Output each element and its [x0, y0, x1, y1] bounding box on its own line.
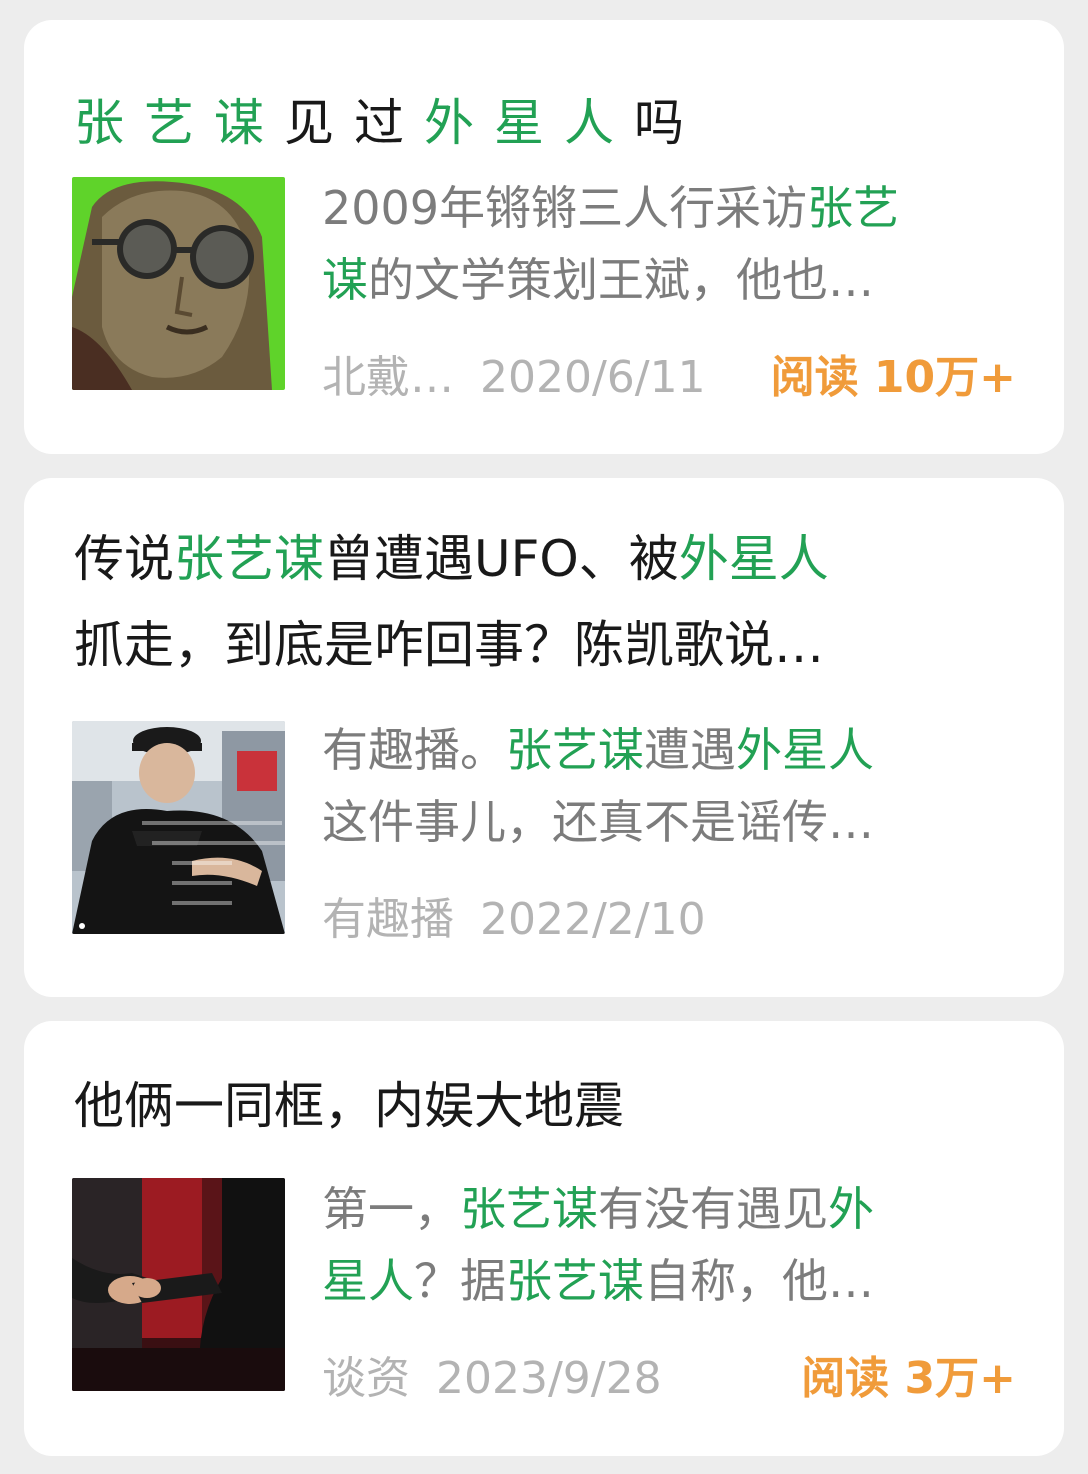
article-meta: 北戴… 2020/6/11 阅读 10万+ — [322, 348, 1016, 408]
article-thumbnail — [72, 721, 285, 934]
article-snippet: 有趣播。张艺谋遭遇外星人 这件事儿，还真不是谣传… — [322, 723, 874, 849]
article-source: 有趣播 — [322, 894, 454, 945]
article-source: 北戴… — [322, 352, 454, 403]
article-card-2[interactable]: 传说张艺谋曾遭遇UFO、被外星人 抓走，到底是咋回事？陈凯歌说… 有趣播。张艺谋… — [24, 478, 1064, 997]
read-count: 阅读 3万+ — [801, 1353, 1016, 1404]
article-thumbnail — [72, 1178, 285, 1391]
article-card-1[interactable]: 张艺谋见过外星人吗 2009年锵锵三人行采访张艺 谋的文学策划王斌，他也… 北戴… — [24, 20, 1064, 454]
article-date: 2023/9/28 — [436, 1353, 662, 1404]
article-card-3[interactable]: 他俩一同框，内娱大地震 第一，张艺谋有没有遇见外 星人？据张艺谋自称，他… 谈资… — [24, 1021, 1064, 1456]
article-thumbnail — [72, 177, 285, 390]
article-title: 张艺谋见过外星人吗 — [74, 94, 704, 152]
article-source: 谈资 — [322, 1353, 410, 1404]
article-date: 2020/6/11 — [480, 352, 706, 403]
article-title: 他俩一同框，内娱大地震 — [74, 1077, 624, 1135]
article-snippet: 第一，张艺谋有没有遇见外 星人？据张艺谋自称，他… — [322, 1182, 874, 1308]
article-title: 传说张艺谋曾遭遇UFO、被外星人 抓走，到底是咋回事？陈凯歌说… — [74, 530, 829, 674]
article-meta: 谈资 2023/9/28 阅读 3万+ — [322, 1349, 1016, 1409]
article-snippet: 2009年锵锵三人行采访张艺 谋的文学策划王斌，他也… — [322, 181, 900, 307]
read-count: 阅读 10万+ — [770, 352, 1016, 403]
article-date: 2022/2/10 — [480, 894, 706, 945]
article-meta: 有趣播 2022/2/10 — [322, 890, 1016, 950]
